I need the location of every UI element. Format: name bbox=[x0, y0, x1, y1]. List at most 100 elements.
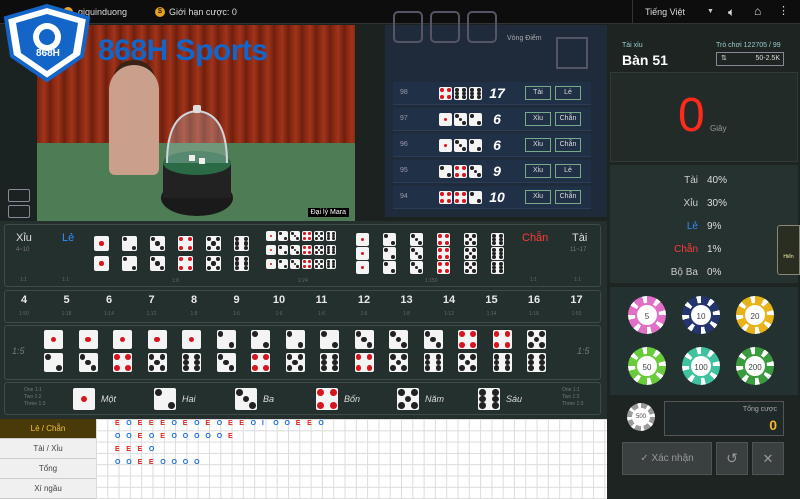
combo-bet[interactable] bbox=[251, 328, 273, 376]
roadmap-mark: O bbox=[115, 433, 121, 440]
pair-die bbox=[234, 256, 249, 271]
bet-tai[interactable]: Tài 11~17 1:1 bbox=[560, 225, 600, 285]
result-sum-slot bbox=[556, 37, 588, 69]
chip-50[interactable]: 50 bbox=[628, 347, 666, 385]
roadmap-tab[interactable]: Xí ngầu bbox=[0, 479, 96, 499]
combo-bet[interactable] bbox=[44, 328, 66, 376]
combo-die bbox=[492, 330, 512, 349]
sum-13[interactable]: 13 bbox=[395, 294, 419, 306]
single-bet-3[interactable]: Ba bbox=[235, 386, 305, 412]
history-sum: 6 bbox=[493, 111, 501, 127]
roadmap-mark: E bbox=[160, 433, 165, 440]
roadmap-tab[interactable]: Tài / Xỉu bbox=[0, 439, 96, 459]
bet-le[interactable]: Lẻ 1:1 bbox=[48, 225, 88, 285]
single-bet-1[interactable]: Một bbox=[73, 386, 143, 412]
single-label: Một bbox=[101, 394, 117, 404]
combo-bet[interactable] bbox=[320, 328, 342, 376]
combo-bet[interactable] bbox=[458, 328, 480, 376]
combo-die bbox=[216, 330, 236, 349]
single-bet-6[interactable]: Sáu bbox=[478, 386, 548, 412]
combo-bet[interactable] bbox=[492, 328, 515, 376]
undo-button[interactable]: ↺ bbox=[716, 442, 748, 475]
total-bet-value: 0 bbox=[769, 417, 777, 433]
combo-bet[interactable] bbox=[113, 328, 135, 376]
combo-bet[interactable] bbox=[78, 328, 101, 376]
history-die bbox=[439, 165, 452, 178]
sum-11[interactable]: 11 bbox=[310, 294, 334, 306]
triple-die bbox=[464, 247, 477, 260]
combo-die bbox=[320, 353, 339, 372]
single-bet-2[interactable]: Hai bbox=[154, 386, 224, 412]
sum-14[interactable]: 14 bbox=[437, 294, 461, 306]
combo-bet[interactable] bbox=[423, 328, 446, 376]
any-triple-die bbox=[278, 231, 288, 241]
combo-bet[interactable] bbox=[354, 328, 377, 376]
combo-die bbox=[285, 353, 305, 372]
sum-5[interactable]: 5 bbox=[55, 294, 79, 306]
sum-17[interactable]: 17 bbox=[565, 294, 589, 306]
history-round-no: 98 bbox=[400, 89, 408, 96]
clear-button[interactable]: ✕ bbox=[752, 442, 784, 475]
chip-20[interactable]: 20 bbox=[736, 296, 774, 334]
single-die bbox=[73, 388, 95, 410]
sound-icon[interactable]: 🔈︎ bbox=[728, 5, 735, 20]
triple-die bbox=[356, 261, 369, 274]
history-round-no: 96 bbox=[400, 141, 408, 148]
combo-bet[interactable] bbox=[147, 328, 170, 376]
triple-die bbox=[491, 233, 504, 246]
combo-die bbox=[354, 330, 374, 349]
sum-7[interactable]: 7 bbox=[140, 294, 164, 306]
chip-200[interactable]: 200 bbox=[736, 347, 774, 385]
single-bet-5[interactable]: Năm bbox=[397, 386, 467, 412]
settings-icon[interactable]: ⋮ bbox=[778, 4, 789, 17]
bet-xiu[interactable]: Xỉu 4~10 1:1 bbox=[6, 225, 46, 285]
stat-label: Lẻ bbox=[686, 221, 698, 232]
history-round-no: 94 bbox=[400, 193, 408, 200]
roadmap-tab[interactable]: Lẻ / Chẵn bbox=[0, 419, 96, 439]
confirm-button[interactable]: ✓ Xác nhận bbox=[622, 442, 712, 475]
sum-9[interactable]: 9 bbox=[225, 294, 249, 306]
sum-15[interactable]: 15 bbox=[480, 294, 504, 306]
pair-die bbox=[150, 236, 165, 251]
video-quality-icon[interactable] bbox=[8, 205, 30, 218]
combo-bet[interactable] bbox=[389, 328, 411, 376]
result-slot-2 bbox=[430, 11, 460, 43]
combo-die bbox=[216, 353, 236, 372]
sum-10[interactable]: 10 bbox=[267, 294, 291, 306]
any-triple-die bbox=[314, 231, 324, 241]
any-triple-die bbox=[314, 245, 324, 255]
sum-12[interactable]: 12 bbox=[352, 294, 376, 306]
sum-8[interactable]: 8 bbox=[182, 294, 206, 306]
combo-bet[interactable] bbox=[285, 328, 308, 376]
refresh-video-icon[interactable] bbox=[8, 189, 30, 202]
combo-bet[interactable] bbox=[527, 328, 549, 376]
combo-bet[interactable] bbox=[216, 328, 239, 376]
combo-bet[interactable] bbox=[182, 328, 204, 376]
chip-5[interactable]: 5 bbox=[628, 296, 666, 334]
sum-16[interactable]: 16 bbox=[522, 294, 546, 306]
combo-die bbox=[251, 330, 270, 349]
dealer-name: Đại lý Mara bbox=[307, 208, 349, 217]
any-triple-die bbox=[290, 259, 300, 269]
side-tab[interactable]: Hiển bbox=[777, 225, 800, 275]
sum-4[interactable]: 4 bbox=[12, 294, 36, 306]
combo-die bbox=[113, 330, 132, 349]
bet-range[interactable]: ⇅ 50-2.5K bbox=[716, 52, 784, 66]
roadmap-mark: O bbox=[126, 420, 132, 427]
roadmap-mark: O bbox=[148, 433, 155, 440]
chip-100[interactable]: 100 bbox=[682, 347, 720, 385]
any-triple-die bbox=[290, 231, 300, 241]
roadmap-mark: O bbox=[182, 433, 189, 440]
home-icon[interactable]: ⌂ bbox=[754, 4, 761, 18]
bet-chan[interactable]: Chẵn 1:1 bbox=[512, 225, 552, 285]
single-bet-4[interactable]: Bốn bbox=[316, 386, 386, 412]
language-select[interactable]: Tiếng Việt ▼ bbox=[632, 0, 720, 24]
roadmap-mark: O bbox=[318, 420, 324, 427]
chip-10[interactable]: 10 bbox=[682, 296, 720, 334]
history-row: 98 17 Tài Lẻ bbox=[393, 82, 591, 105]
roadmap-mark: E bbox=[307, 420, 312, 427]
chip-500[interactable]: 500 bbox=[627, 403, 655, 431]
roadmap-tab[interactable]: Tổng bbox=[0, 459, 96, 479]
sum-odds: 1:6 bbox=[233, 311, 240, 317]
sum-6[interactable]: 6 bbox=[97, 294, 121, 306]
